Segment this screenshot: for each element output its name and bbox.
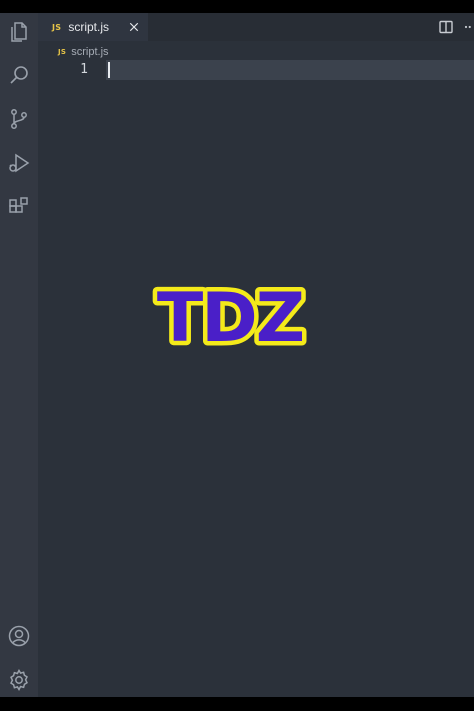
- logo-text: TDZ: [157, 279, 303, 358]
- search-icon[interactable]: [6, 62, 32, 88]
- current-line-highlight: [106, 60, 474, 80]
- account-icon[interactable]: [6, 623, 32, 649]
- explorer-icon[interactable]: [6, 19, 32, 45]
- extensions-icon[interactable]: [6, 194, 32, 220]
- line-number: 1: [80, 62, 88, 77]
- tab-bar: JS script.js: [38, 13, 474, 41]
- text-cursor: [108, 62, 110, 78]
- tab-script-js[interactable]: JS script.js: [38, 13, 148, 41]
- tab-label: script.js: [68, 20, 110, 34]
- code-line[interactable]: 1: [38, 60, 474, 80]
- activity-bar: [0, 13, 38, 697]
- run-debug-icon[interactable]: [6, 150, 32, 176]
- close-icon[interactable]: [126, 19, 142, 35]
- settings-gear-icon[interactable]: [6, 667, 32, 693]
- js-file-icon: JS: [52, 22, 62, 32]
- editor-area: JS script.js JS script.js 1 TDZ TDZ: [38, 13, 474, 697]
- split-editor-icon[interactable]: [438, 19, 454, 35]
- js-file-icon: JS: [58, 48, 67, 56]
- source-control-icon[interactable]: [6, 106, 32, 132]
- more-actions-icon[interactable]: [460, 19, 472, 35]
- breadcrumb-filename: script.js: [71, 46, 109, 58]
- tdz-logo: TDZ TDZ: [152, 279, 309, 359]
- breadcrumb[interactable]: JS script.js: [58, 44, 109, 60]
- editor-window: JS script.js JS script.js 1 TDZ TDZ: [0, 13, 474, 697]
